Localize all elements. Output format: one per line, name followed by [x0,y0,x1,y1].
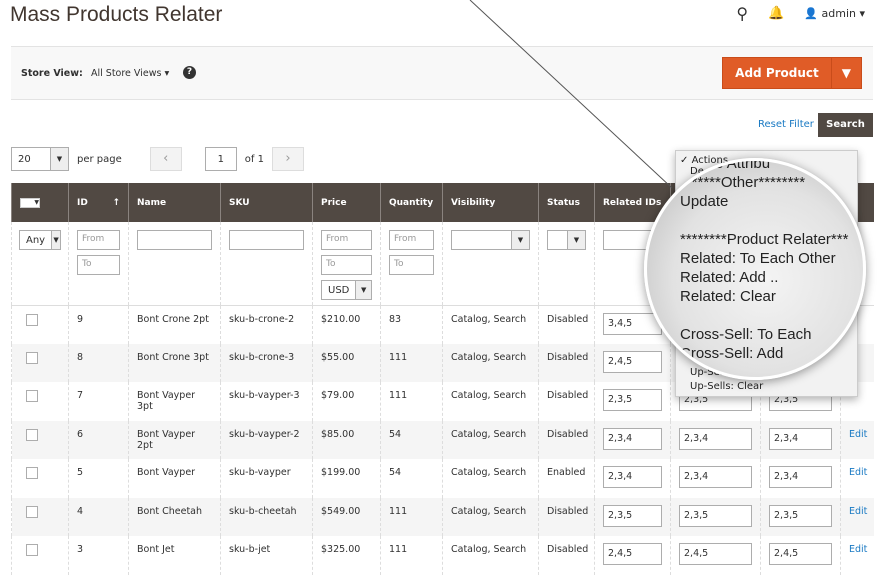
magnified-menu-item: Update [680,193,729,210]
magnified-menu-item: Cross-Sell: Add [680,345,784,362]
magnified-menu-item: Related: Add .. [680,269,779,286]
magnified-menu-item: ********Product Relater*** [680,231,849,248]
magnifier-lens: Delete Attribu *******Other******** Update… [644,158,866,380]
magnified-menu-item: Related: To Each Other [680,250,836,267]
magnified-menu-item: Related: Clear [680,288,776,305]
menu-item-upsell-clear[interactable]: Up-Sells: Clear [676,381,777,392]
magnified-menu-item: *******Other******** [680,174,806,191]
magnified-menu-item: Delete Attribu [680,158,771,172]
magnified-menu-item: Cross-Sell: To Each [680,326,812,343]
